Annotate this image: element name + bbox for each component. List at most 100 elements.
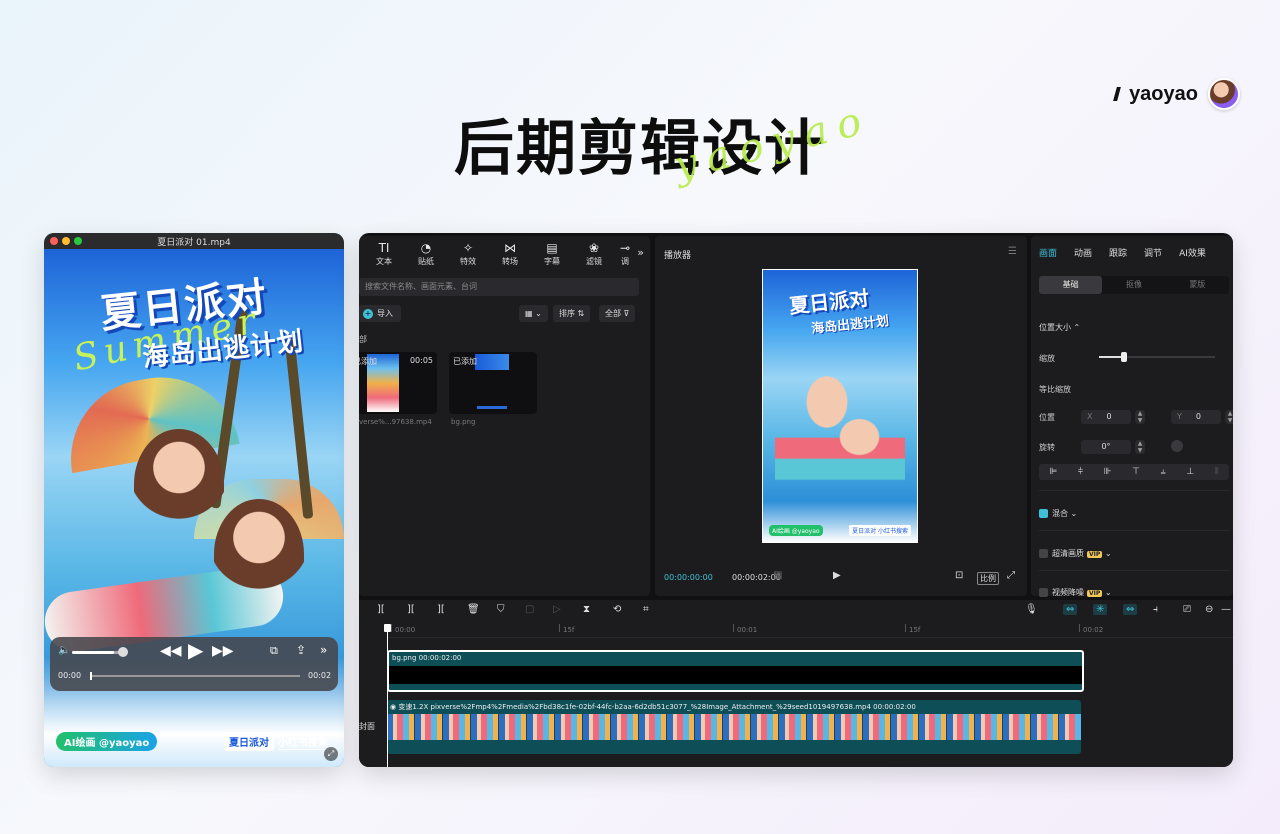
position-y-input[interactable]: Y0 [1171, 410, 1221, 424]
clip-content [389, 666, 1082, 684]
pip-icon[interactable]: ⧉ [270, 644, 278, 658]
tab-adjust[interactable]: ⊸ 调 [615, 240, 635, 268]
tab-animation[interactable]: 动画 [1074, 246, 1092, 259]
section-position-size[interactable]: 位置大小 ⌃ [1039, 322, 1080, 333]
scale-slider-knob[interactable] [1121, 352, 1127, 362]
cover-button[interactable]: 封面 [359, 721, 375, 732]
fit-screen-icon[interactable]: ⊡ [955, 570, 963, 581]
subtab-basic[interactable]: 基础 [1039, 276, 1103, 294]
tab-transition[interactable]: ⋈ 转场 [489, 240, 531, 268]
linkage-icon[interactable]: ⇔ [1123, 604, 1138, 615]
tab-adjust[interactable]: 调节 [1144, 246, 1162, 259]
more-icon[interactable]: » [320, 643, 327, 657]
rotate-label: 旋转 [1039, 443, 1055, 452]
section-label: 位置大小 [1039, 323, 1071, 332]
delete-icon[interactable]: 🗑 [467, 604, 480, 615]
rotate-icon[interactable]: ⟲ [613, 604, 621, 615]
rotate-dial[interactable] [1171, 440, 1183, 452]
more-tabs-icon[interactable]: » [637, 246, 644, 259]
tab-tracking[interactable]: 跟踪 [1109, 246, 1127, 259]
zoom-slider[interactable]: — [1221, 604, 1231, 615]
ratio-button[interactable]: 比例 [977, 572, 999, 585]
subtab-keying[interactable]: 抠像 [1102, 276, 1165, 294]
hd-quality-toggle[interactable]: 超清画质 VIP ⌄ [1039, 548, 1112, 559]
tab-effects[interactable]: ✧ 特效 [447, 240, 489, 268]
position-y-stepper[interactable]: ▲ ▼ [1225, 410, 1233, 424]
import-label: 导入 [377, 309, 393, 318]
preview-axis-icon[interactable]: ⫞ [1153, 604, 1158, 615]
media-item[interactable]: 已添加 00:05 [359, 352, 437, 414]
playhead[interactable] [384, 624, 391, 767]
tab-filters[interactable]: ❀ 滤镜 [573, 240, 615, 268]
filter-button[interactable]: 全部 ⊽ [599, 305, 636, 322]
timeline-ruler[interactable]: 00:00 15f 00:01 15f 00:02 [387, 624, 1233, 638]
divider [1039, 570, 1229, 571]
timeline-clip-bg[interactable]: bg.png 00:00:02:00 [387, 650, 1084, 692]
timeline-clip-video[interactable]: ◉ 变速1.2X pixverse%2Fmp4%2Fmedia%2Fbd38c1… [387, 700, 1081, 754]
zoom-out-icon[interactable]: ⊖ [1205, 604, 1213, 615]
distribute-icon[interactable]: ⫴ [1215, 467, 1219, 477]
rotate-stepper[interactable]: ▲ ▼ [1135, 440, 1145, 454]
tab-picture[interactable]: 画面 [1039, 246, 1057, 259]
screen-icon[interactable]: ⎚ [1183, 604, 1191, 615]
subtab-mask[interactable]: 蒙版 [1166, 276, 1229, 294]
volume-knob[interactable] [118, 647, 128, 657]
align-center-h-icon[interactable]: ⫩ [1078, 467, 1083, 477]
sort-button[interactable]: 排序 ⇅ [553, 305, 591, 322]
align-center-v-icon[interactable]: ⫨ [1161, 467, 1166, 477]
main-track-magnet-icon[interactable]: ⇔ [1063, 604, 1078, 615]
mirror-icon[interactable]: ⧗ [583, 604, 590, 615]
auto-snap-icon[interactable]: ✳ [1093, 604, 1108, 615]
tab-ai-effects[interactable]: AI效果 [1179, 246, 1206, 259]
tab-text[interactable]: TI 文本 [363, 240, 405, 268]
split-icon[interactable]: ][ [377, 604, 385, 615]
view-mode-button[interactable]: ▦ ⌄ [519, 305, 548, 322]
time-total: 00:02 [308, 671, 332, 680]
video-editor: TI 文本 ◔ 贴纸 ✧ 特效 ⋈ 转场 ▤ 字幕 ❀ 滤镜 ⊸ 调 » 搜索文件名称、画面元… [359, 233, 1233, 767]
timeline-toolbar: ][ ][ ][ 🗑 ⛉ ▢ ▷ ⧗ ⟲ ⌗ 🎙 ⇔ ✳ ⇔ ⫞ ⎚ ⊖ — [359, 600, 1233, 620]
marker-icon[interactable]: ⛉ [497, 604, 505, 615]
crop-icon[interactable]: ⌗ [643, 604, 649, 615]
tab-label: 调 [621, 257, 629, 266]
reverse-icon[interactable]: ▷ [553, 604, 561, 615]
media-item[interactable]: 已添加 [449, 352, 537, 414]
timeline-grid-icon[interactable]: ▦ [773, 570, 782, 581]
align-right-icon[interactable]: ⊪ [1104, 467, 1112, 477]
freeze-icon[interactable]: ▢ [525, 604, 534, 615]
split-left-icon[interactable]: ][ [407, 604, 415, 615]
position-x-input[interactable]: X0 [1081, 410, 1131, 424]
align-bottom-icon[interactable]: ⊥ [1186, 467, 1194, 477]
play-icon[interactable]: ▶ [188, 638, 203, 662]
text-icon: TI [378, 241, 390, 255]
align-left-icon[interactable]: ⊫ [1049, 467, 1057, 477]
split-right-icon[interactable]: ][ [437, 604, 445, 615]
denoise-toggle[interactable]: 视频降噪 VIP ⌄ [1039, 587, 1112, 598]
menu-icon[interactable]: ☰ [1008, 246, 1017, 257]
align-top-icon[interactable]: ⊤ [1132, 467, 1140, 477]
play-icon[interactable]: ▶ [833, 570, 841, 581]
media-duration: 00:05 [409, 356, 433, 365]
player-preview[interactable]: 夏日派对 海岛出逃计划 AI绘画 @yaoyao 夏日派对 小红书搜索 [762, 269, 918, 543]
playback-progress[interactable] [90, 672, 300, 680]
fast-forward-icon[interactable]: ▶▶ [212, 643, 234, 659]
volume-icon[interactable]: 🔈 [58, 645, 70, 656]
expand-icon[interactable]: ⤢ [324, 747, 338, 761]
poster-search-tag: 夏日派对 小红书搜索 [224, 732, 328, 751]
tab-sticker[interactable]: ◔ 贴纸 [405, 240, 447, 268]
fullscreen-icon[interactable]: ⤢ [1007, 570, 1015, 581]
tab-label: 贴纸 [418, 257, 434, 266]
import-button[interactable]: + 导入 [359, 305, 401, 322]
blend-label: 混合 [1052, 509, 1068, 518]
search-input[interactable]: 搜索文件名称、画面元素、台词 [359, 278, 639, 296]
tab-label: 转场 [502, 257, 518, 266]
divider [1039, 530, 1229, 531]
microphone-icon[interactable]: 🎙 [1025, 604, 1038, 615]
rewind-icon[interactable]: ◀◀ [160, 643, 182, 659]
alignment-toolbar: ⊫ ⫩ ⊪ ⊤ ⫨ ⊥ ⫴ [1039, 464, 1229, 480]
blend-toggle[interactable]: 混合 ⌄ [1039, 508, 1077, 519]
rotate-input[interactable]: 0° [1081, 440, 1131, 454]
share-icon[interactable]: ⇪ [296, 643, 306, 657]
tab-captions[interactable]: ▤ 字幕 [531, 240, 573, 268]
volume-slider[interactable] [72, 651, 120, 654]
position-x-stepper[interactable]: ▲ ▼ [1135, 410, 1145, 424]
